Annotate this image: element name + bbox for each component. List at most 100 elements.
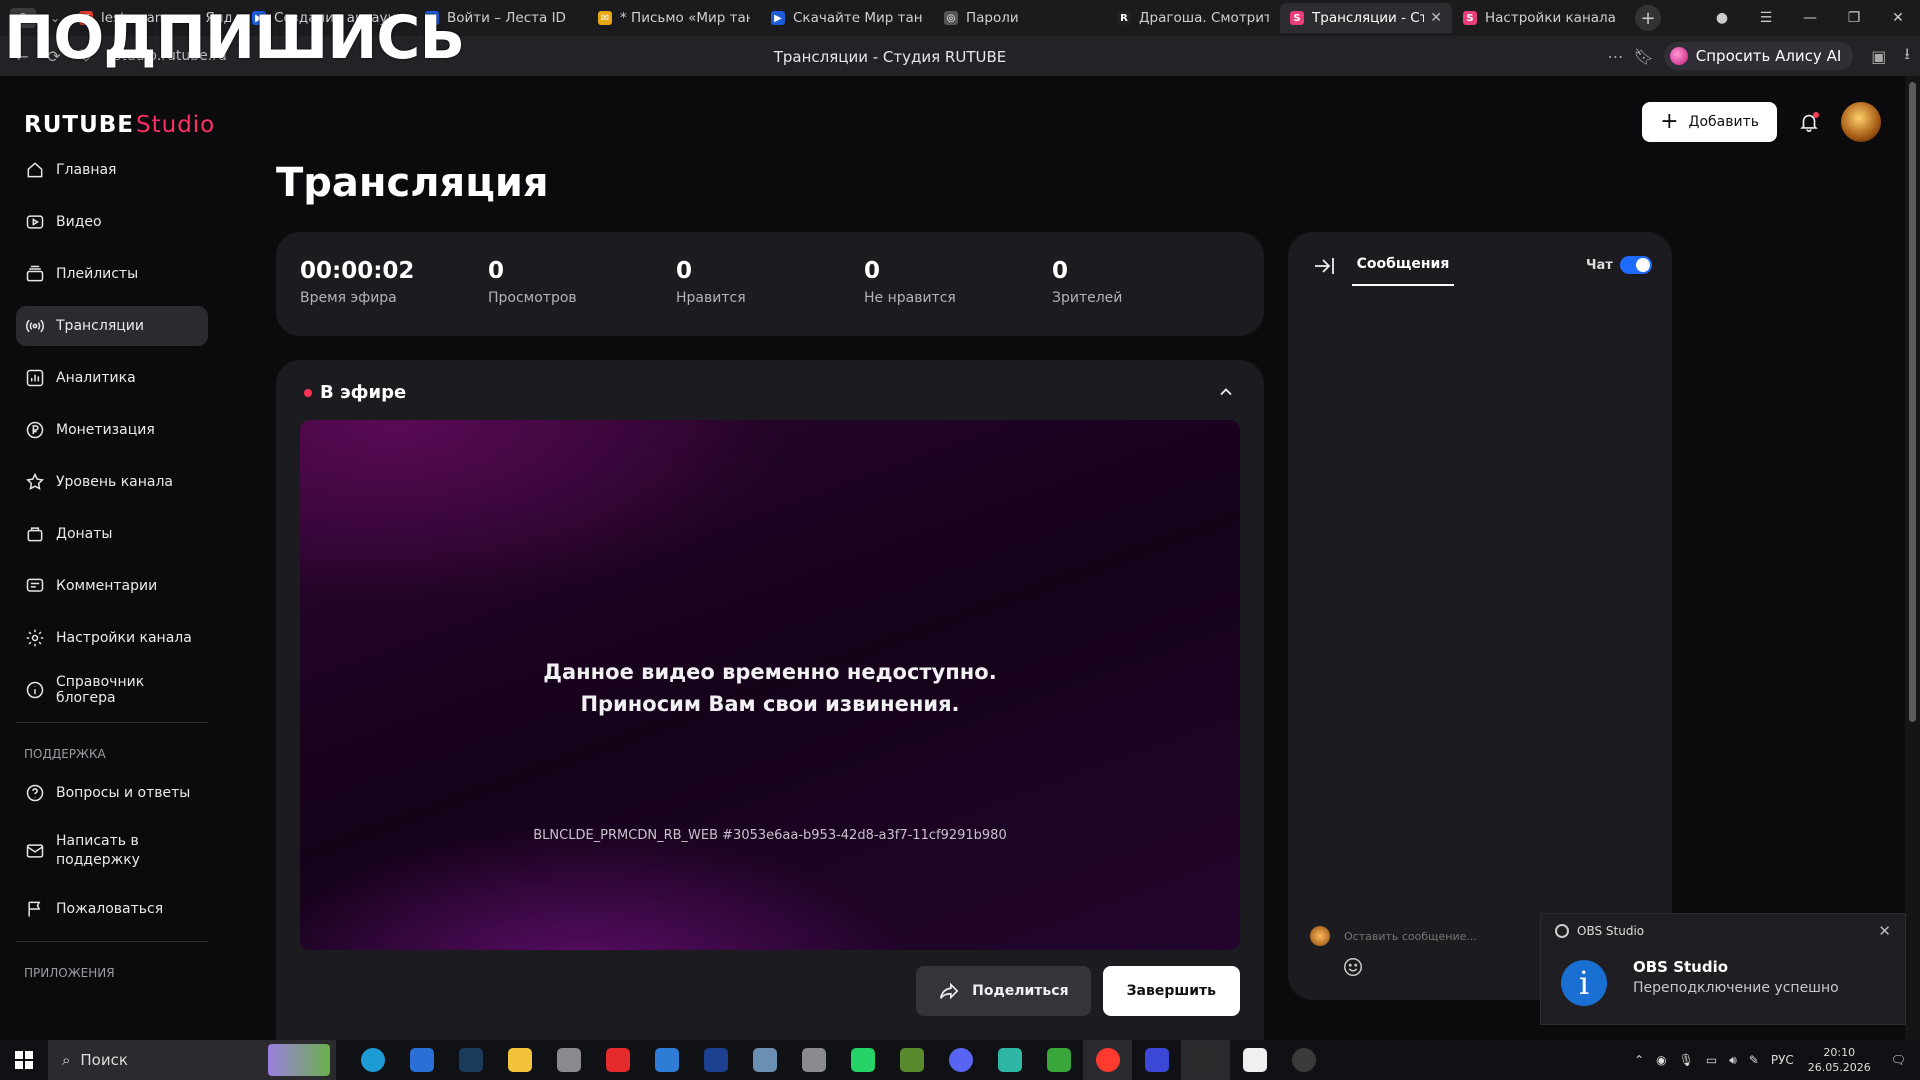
sidebar-item[interactable]: Трансляции xyxy=(16,306,208,346)
end-broadcast-button[interactable]: Завершить xyxy=(1102,966,1240,1016)
obs-notification[interactable]: OBS Studio ✕ i OBS Studio Переподключени… xyxy=(1540,913,1906,1025)
subscribe-overlay-text: ПОДПИШИСЬ xyxy=(4,3,465,73)
store-icon[interactable] xyxy=(642,1040,691,1080)
sidebar-item[interactable]: Пожаловаться xyxy=(16,889,208,929)
more-icon[interactable]: ⋯ xyxy=(1607,47,1623,66)
sidebar-item[interactable]: Видео xyxy=(16,202,208,242)
minimize-button[interactable]: — xyxy=(1788,10,1832,26)
collections-icon[interactable]: ▣ xyxy=(1871,47,1886,66)
emoji-icon[interactable] xyxy=(1342,956,1364,978)
new-tab-button[interactable]: + xyxy=(1635,5,1661,31)
terminal-icon[interactable] xyxy=(1181,1040,1230,1080)
yandex-icon[interactable] xyxy=(593,1040,642,1080)
star-icon xyxy=(24,471,46,493)
sidebar-item[interactable]: Комментарии xyxy=(16,566,208,606)
notifications-icon[interactable]: 🗨︎ xyxy=(1891,1053,1906,1067)
chat-message-input[interactable] xyxy=(1344,929,1544,943)
sidebar-item[interactable]: Монетизация xyxy=(16,410,208,450)
tab-title: Настройки канала - xyxy=(1485,10,1615,26)
restore-button[interactable]: ❐ xyxy=(1832,10,1876,26)
profile-icon[interactable]: ● xyxy=(1700,10,1744,26)
network-icon[interactable]: ▭ xyxy=(1706,1053,1717,1067)
ask-alice-button[interactable]: Спросить Алису AI xyxy=(1663,42,1854,70)
sidebar-item-label: Написать в поддержку xyxy=(56,833,140,868)
sidebar-item[interactable]: Аналитика xyxy=(16,358,208,398)
sidebar-item-label: Главная xyxy=(56,162,117,178)
meeting-icon[interactable] xyxy=(1132,1040,1181,1080)
tab-title: Трансляции - Студи xyxy=(1312,10,1425,26)
sidebar-item[interactable]: Главная xyxy=(16,150,208,190)
obs-app-icon[interactable] xyxy=(1279,1040,1328,1080)
chevron-up-icon[interactable]: ⌃ xyxy=(1634,1053,1644,1067)
info-icon: i xyxy=(1561,960,1607,1006)
chevron-up-icon[interactable] xyxy=(1216,382,1236,402)
video-player[interactable]: Данное видео временно недоступно. Приноси… xyxy=(300,420,1240,950)
mail-app-icon[interactable] xyxy=(1230,1040,1279,1080)
sidebar-item-label: Пожаловаться xyxy=(56,901,164,917)
minecraft-icon[interactable] xyxy=(887,1040,936,1080)
whatsapp-icon[interactable] xyxy=(838,1040,887,1080)
language-indicator[interactable]: РУС xyxy=(1771,1053,1794,1067)
browser-tab[interactable]: ▶ Скачайте Мир танков xyxy=(761,3,933,33)
usb-icon[interactable] xyxy=(789,1040,838,1080)
sidebar-item[interactable]: Настройки канала xyxy=(16,618,208,658)
taskbar-apps xyxy=(348,1040,1328,1080)
page-scrollbar[interactable] xyxy=(1905,76,1920,1040)
menu-icon[interactable]: ☰ xyxy=(1744,10,1788,26)
window-controls: ● ☰ — ❐ ✕ xyxy=(1700,0,1920,36)
share-button[interactable]: Поделиться xyxy=(916,966,1091,1016)
browser-tab[interactable]: ◎ Пароли xyxy=(934,3,1106,33)
edge-icon[interactable] xyxy=(348,1040,397,1080)
app-icon[interactable] xyxy=(691,1040,740,1080)
yandex-browser-icon[interactable] xyxy=(1083,1040,1132,1080)
video-icon xyxy=(24,211,46,233)
sidebar-item[interactable]: Уровень канала xyxy=(16,462,208,502)
browser-tab[interactable]: S Трансляции - Студи ✕ xyxy=(1280,3,1452,33)
tab-messages[interactable]: Сообщения xyxy=(1352,256,1454,286)
question-icon xyxy=(24,782,46,804)
discord-icon[interactable] xyxy=(936,1040,985,1080)
sidebar-section-support: ПОДДЕРЖКА xyxy=(24,747,106,761)
browser-tab[interactable]: S Настройки канала - xyxy=(1453,3,1625,33)
windows-start-button[interactable] xyxy=(0,1040,48,1080)
pen-icon[interactable]: ✎ xyxy=(1749,1053,1759,1067)
vpn-icon[interactable] xyxy=(985,1040,1034,1080)
creeper-icon[interactable] xyxy=(1034,1040,1083,1080)
sidebar-item[interactable]: Написать в поддержку xyxy=(16,825,208,877)
flag-icon xyxy=(24,898,46,920)
close-icon[interactable]: ✕ xyxy=(1878,922,1891,940)
download-icon[interactable]: ⭳ xyxy=(1904,43,1910,70)
add-button[interactable]: + Добавить xyxy=(1642,102,1777,142)
bell-icon[interactable] xyxy=(1789,102,1829,142)
header-actions: + Добавить xyxy=(1642,102,1881,142)
browser-tab[interactable]: ✉ * Письмо «Мир танков xyxy=(588,3,760,33)
chat-avatar xyxy=(1310,926,1330,946)
taskbar-search[interactable]: ⌕ Поиск xyxy=(48,1040,336,1080)
avatar[interactable] xyxy=(1841,102,1881,142)
home-icon xyxy=(24,159,46,181)
close-window-button[interactable]: ✕ xyxy=(1876,10,1920,26)
microphone-icon[interactable]: 🎙︎ xyxy=(1679,1053,1694,1067)
sidebar-item[interactable]: Плейлисты xyxy=(16,254,208,294)
stat-label: Не нравится xyxy=(864,290,956,306)
sidebar-item[interactable]: Вопросы и ответы xyxy=(16,773,208,813)
collapse-panel-icon[interactable] xyxy=(1312,254,1336,278)
sidebar-item[interactable]: Справочник блогера xyxy=(16,670,208,710)
clock[interactable]: 20:10 26.05.2026 xyxy=(1808,1045,1871,1075)
camera-icon[interactable] xyxy=(544,1040,593,1080)
bookmark-icon[interactable]: 🔖︎ xyxy=(1633,47,1653,66)
rutube-studio-logo[interactable]: RUTUBEStudio xyxy=(24,112,215,138)
sidebar-item[interactable]: Донаты xyxy=(16,514,208,554)
explorer-icon[interactable] xyxy=(495,1040,544,1080)
outlook-icon[interactable] xyxy=(397,1040,446,1080)
favicon-icon: S xyxy=(1290,11,1304,25)
steam-icon[interactable] xyxy=(446,1040,495,1080)
chat-toggle[interactable] xyxy=(1620,256,1652,274)
volume-icon[interactable]: 🔊︎ xyxy=(1729,1053,1737,1068)
browser-tab[interactable]: R Драгоша. Смотрите xyxy=(1107,3,1279,33)
tab-title: Пароли xyxy=(966,10,1019,26)
close-tab-icon[interactable]: ✕ xyxy=(1430,10,1442,26)
sidebar-item-label: Видео xyxy=(56,214,102,230)
obs-tray-icon[interactable]: ◉ xyxy=(1656,1053,1666,1067)
game-icon[interactable] xyxy=(740,1040,789,1080)
